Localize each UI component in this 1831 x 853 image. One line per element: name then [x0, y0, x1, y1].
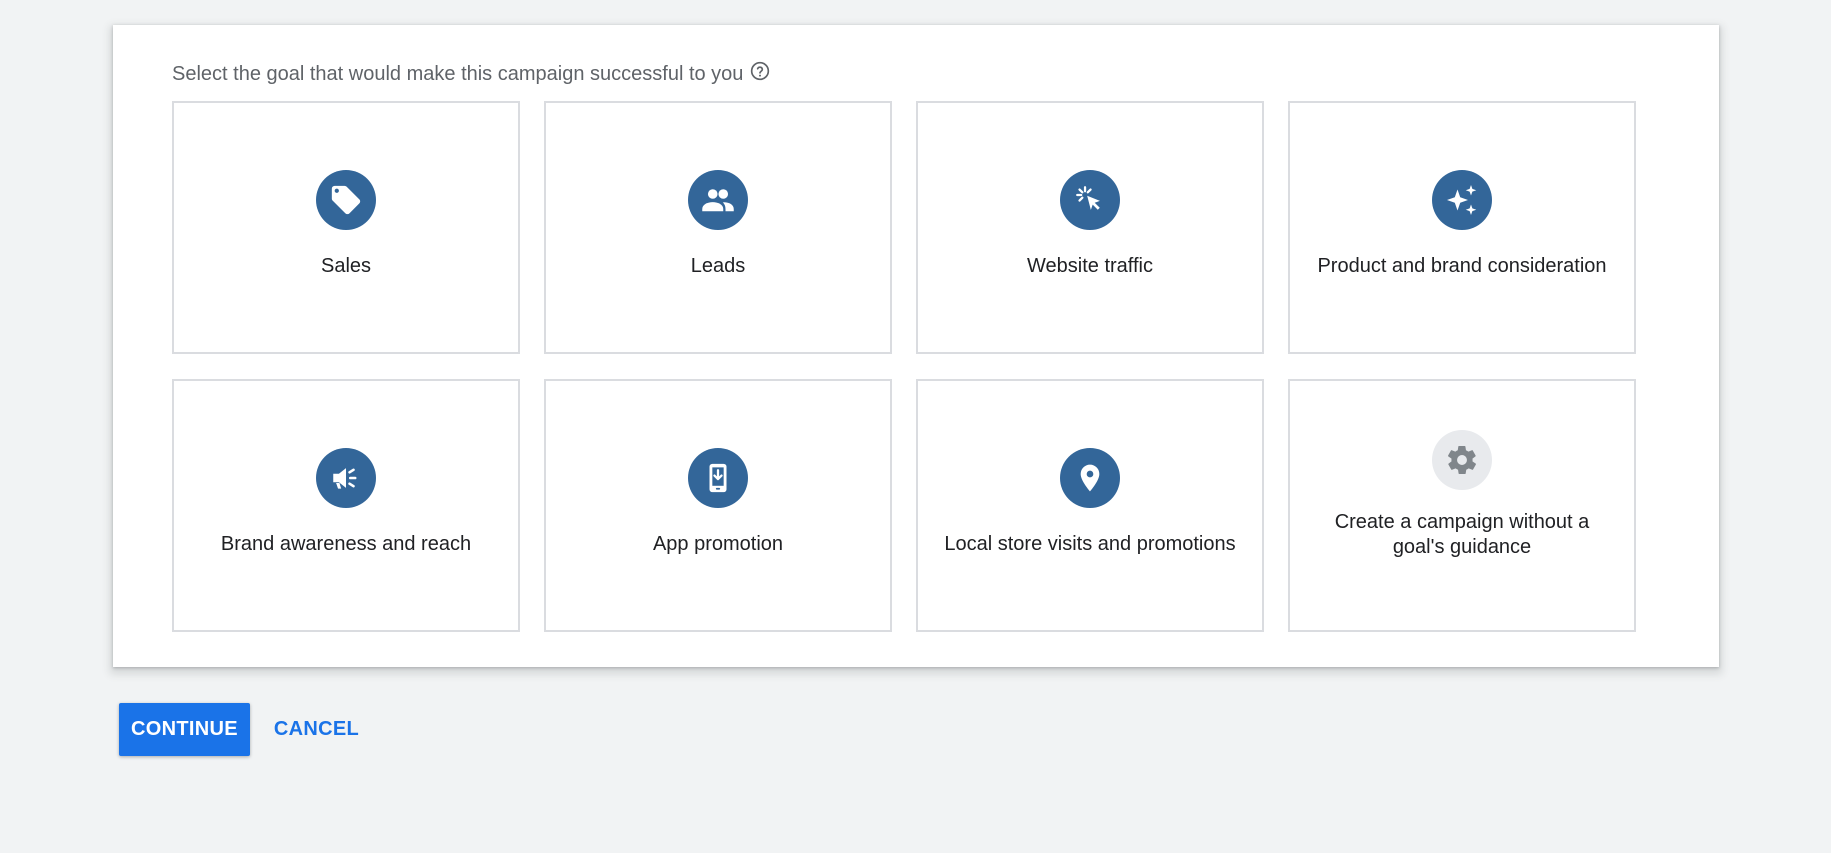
- people-icon: [688, 170, 748, 230]
- location-pin-icon: [1060, 448, 1120, 508]
- help-circle-icon[interactable]: [749, 60, 771, 82]
- action-bar: CONTINUE CANCEL: [119, 703, 371, 756]
- goal-card-website-traffic[interactable]: Website traffic: [916, 101, 1264, 354]
- goal-label: Product and brand consideration: [1317, 255, 1607, 277]
- goal-card-product-brand-consideration[interactable]: Product and brand consideration: [1288, 101, 1636, 354]
- goal-label: Create a campaign without a goal's guida…: [1334, 510, 1590, 558]
- continue-button[interactable]: CONTINUE: [119, 703, 250, 756]
- goal-prompt: Select the goal that would make this cam…: [172, 60, 771, 86]
- goal-label: Website traffic: [1027, 255, 1153, 277]
- goal-card-leads[interactable]: Leads: [544, 101, 892, 354]
- goal-card-brand-awareness-reach[interactable]: Brand awareness and reach: [172, 379, 520, 632]
- goal-label: Sales: [320, 255, 372, 277]
- goal-selection-panel: Select the goal that would make this cam…: [113, 25, 1719, 667]
- goal-card-app-promotion[interactable]: App promotion: [544, 379, 892, 632]
- phone-download-icon: [688, 448, 748, 508]
- cursor-click-icon: [1060, 170, 1120, 230]
- megaphone-icon: [316, 448, 376, 508]
- gear-icon: [1432, 429, 1492, 490]
- goal-label: Brand awareness and reach: [220, 533, 472, 555]
- goal-label: Local store visits and promotions: [944, 533, 1236, 555]
- cancel-button[interactable]: CANCEL: [262, 703, 371, 756]
- goal-label: App promotion: [652, 533, 784, 555]
- goal-card-no-guidance[interactable]: Create a campaign without a goal's guida…: [1288, 379, 1636, 632]
- goal-card-local-store-visits[interactable]: Local store visits and promotions: [916, 379, 1264, 632]
- goal-prompt-text: Select the goal that would make this cam…: [172, 63, 744, 85]
- sparkle-icon: [1432, 170, 1492, 230]
- goal-label: Leads: [690, 255, 746, 277]
- tag-icon: [316, 170, 376, 230]
- goal-card-sales[interactable]: Sales: [172, 101, 520, 354]
- goal-grid: Sales Leads Website traffic Product and …: [172, 101, 1636, 632]
